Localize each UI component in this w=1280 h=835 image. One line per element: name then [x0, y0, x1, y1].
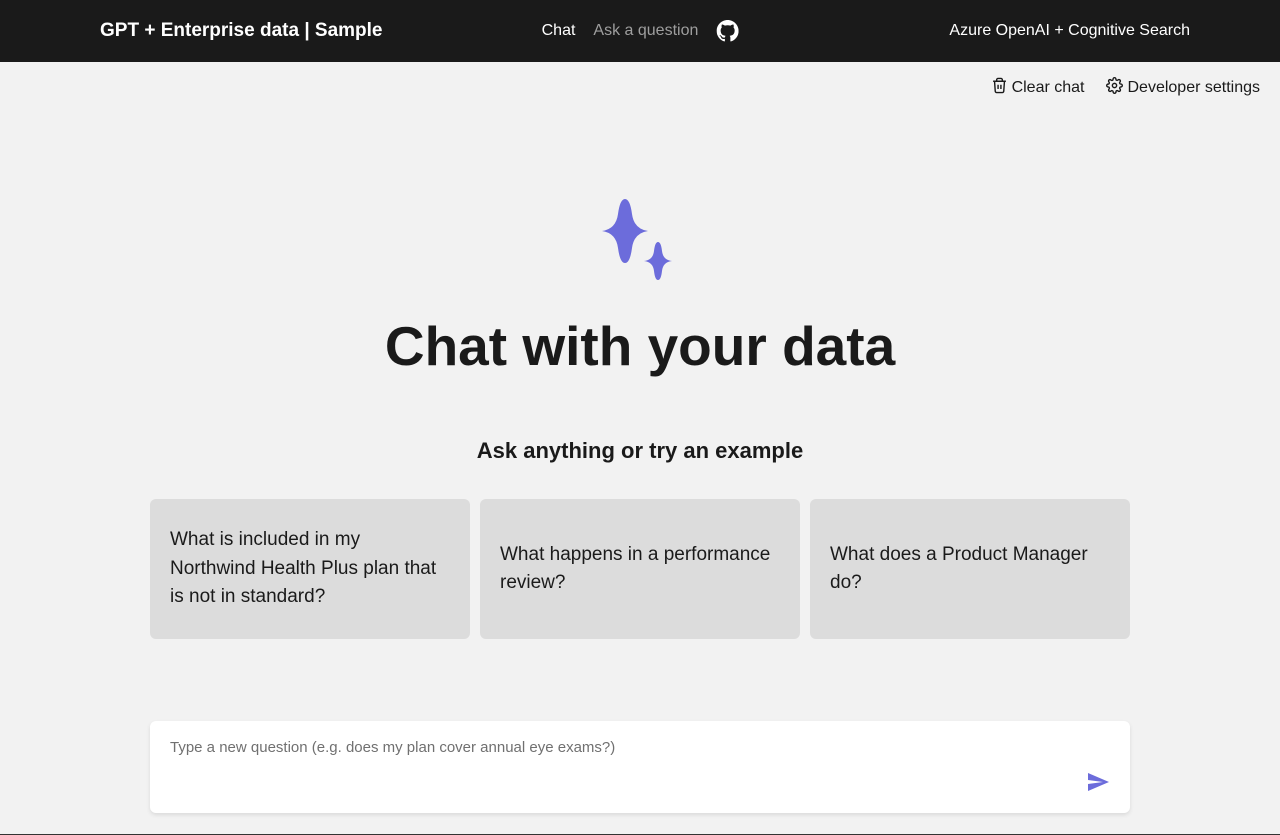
nav-ask-question[interactable]: Ask a question	[593, 22, 698, 40]
example-card-3[interactable]: What does a Product Manager do?	[810, 499, 1130, 639]
page-subheading: Ask anything or try an example	[477, 438, 803, 464]
page-heading: Chat with your data	[385, 314, 895, 378]
app-header: GPT + Enterprise data | Sample Chat Ask …	[0, 0, 1280, 62]
nav-chat[interactable]: Chat	[542, 22, 576, 40]
sparkle-icon	[590, 194, 690, 284]
chat-input-container	[150, 721, 1130, 813]
send-button[interactable]	[1086, 770, 1110, 797]
developer-settings-button[interactable]: Developer settings	[1106, 77, 1260, 99]
gear-icon	[1106, 77, 1123, 99]
header-nav: Chat Ask a question	[542, 20, 739, 42]
clear-chat-label: Clear chat	[1012, 79, 1085, 97]
toolbar: Clear chat Developer settings	[0, 62, 1280, 114]
clear-chat-button[interactable]: Clear chat	[991, 77, 1085, 99]
developer-settings-label: Developer settings	[1127, 79, 1260, 97]
example-cards: What is included in my Northwind Health …	[150, 499, 1130, 639]
trash-icon	[991, 77, 1008, 99]
send-icon	[1086, 770, 1110, 797]
example-card-2[interactable]: What happens in a performance review?	[480, 499, 800, 639]
chat-input[interactable]	[170, 739, 1086, 756]
header-right-text: Azure OpenAI + Cognitive Search	[949, 22, 1190, 40]
github-icon[interactable]	[716, 20, 738, 42]
main-content: Chat with your data Ask anything or try …	[0, 114, 1280, 639]
app-title: GPT + Enterprise data | Sample	[100, 20, 383, 42]
example-card-1[interactable]: What is included in my Northwind Health …	[150, 499, 470, 639]
